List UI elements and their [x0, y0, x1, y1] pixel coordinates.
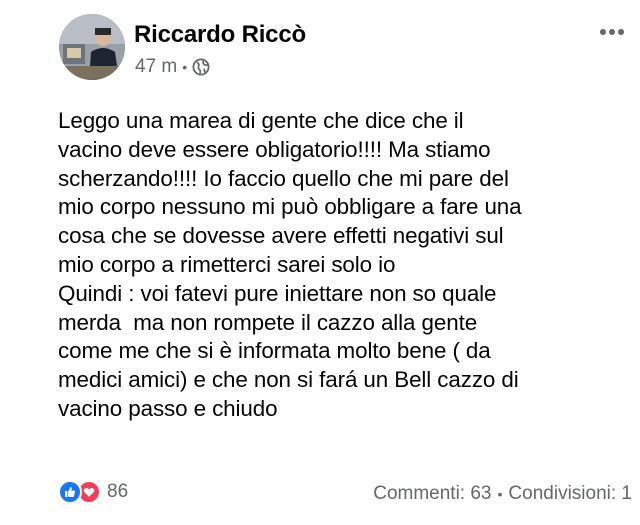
globe-icon[interactable]: [192, 58, 210, 76]
post-text: Leggo una marea di gente che dice che il…: [58, 108, 522, 421]
reactions-summary[interactable]: 86: [58, 480, 128, 504]
post-time[interactable]: 47 m: [135, 56, 177, 78]
post-header: Riccardo Riccò 47 m •: [59, 14, 629, 84]
engagement-counts: Commenti: 63 • Condivisioni: 1: [373, 483, 632, 505]
avatar-photo: [59, 14, 125, 80]
meta-separator: •: [182, 59, 188, 75]
post-meta: 47 m •: [135, 56, 210, 78]
reaction-count: 86: [107, 481, 129, 502]
author-name[interactable]: Riccardo Riccò: [134, 21, 306, 49]
post-footer: 86 Commenti: 63 • Condivisioni: 1: [58, 480, 632, 508]
comments-count-link[interactable]: Commenti: 63: [373, 483, 491, 505]
shares-count-link[interactable]: Condivisioni: 1: [508, 483, 632, 505]
more-options-button[interactable]: [595, 20, 629, 44]
counts-separator: •: [497, 486, 503, 502]
more-dots-icon: [600, 29, 624, 35]
avatar[interactable]: [59, 14, 125, 80]
like-icon: [58, 480, 82, 504]
